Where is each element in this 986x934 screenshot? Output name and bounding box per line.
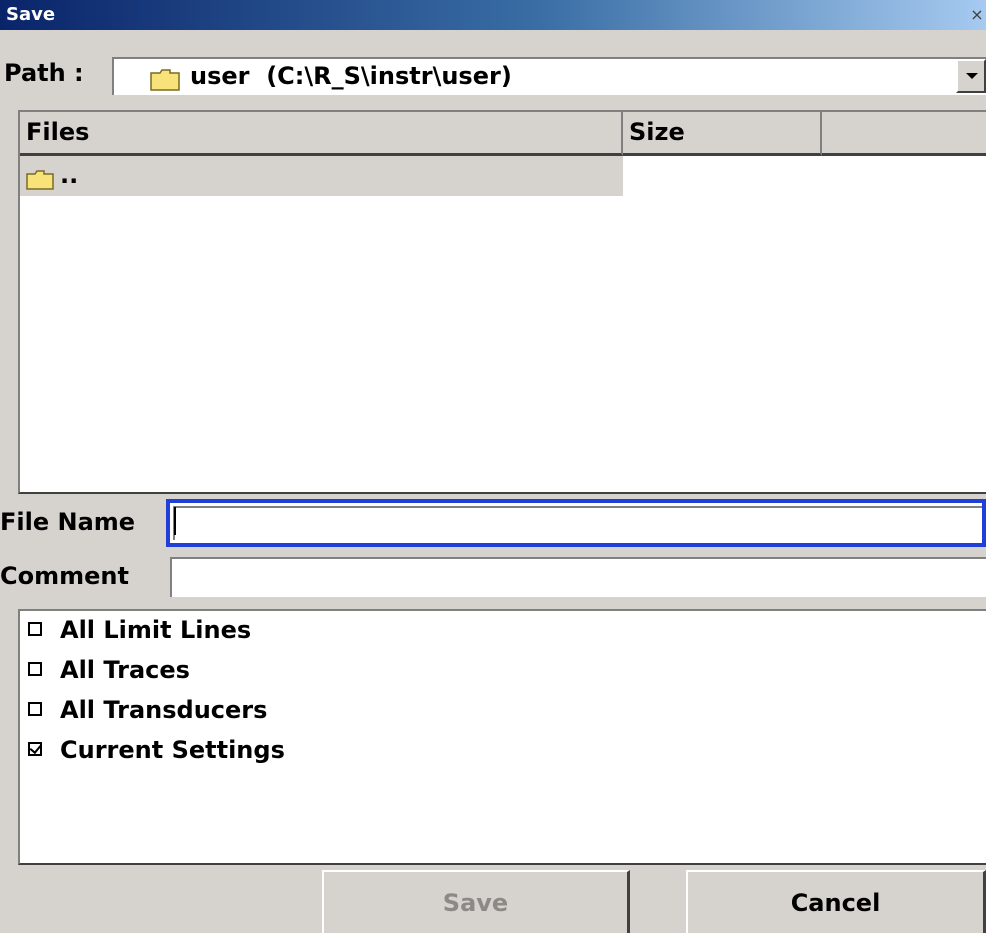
option-label: All Transducers [60,696,268,724]
save-dialog: Save × Path : user (C:\R_S\instr\user) F… [0,0,986,933]
comment-field[interactable] [170,557,986,597]
column-header-empty[interactable] [822,112,986,156]
cancel-button[interactable]: Cancel [686,870,986,933]
folder-icon [26,170,54,194]
text-caret [174,507,176,535]
column-header-size[interactable]: Size [623,112,822,156]
save-button[interactable]: Save [322,870,630,933]
option-label: All Limit Lines [60,616,252,644]
file-list[interactable]: Files Size .. [18,110,986,494]
file-name-field[interactable] [166,499,986,547]
file-row-parent-folder[interactable]: .. [20,156,623,196]
path-dropdown-button[interactable] [956,59,986,93]
checkbox-current-settings[interactable] [28,741,42,756]
chevron-down-icon [966,73,978,79]
close-icon[interactable]: × [968,6,986,24]
title-bar[interactable]: Save × [0,0,986,30]
save-options-list: All Limit Lines All Traces All Transduce… [18,609,986,865]
option-label: Current Settings [60,736,285,764]
option-label: All Traces [60,656,190,684]
path-label: Path : [4,59,84,87]
checkmark-icon [29,741,42,755]
checkbox-all-transducers[interactable] [28,702,42,716]
file-row-name: .. [60,161,79,189]
file-name-input-area[interactable] [173,506,982,540]
dialog-title: Save [6,4,56,25]
checkbox-all-limit-lines[interactable] [28,622,42,636]
folder-icon [150,69,180,95]
path-value: user (C:\R_S\instr\user) [190,62,512,90]
file-name-label: File Name [0,508,136,536]
checkbox-all-traces[interactable] [28,662,42,676]
path-dropdown[interactable]: user (C:\R_S\instr\user) [112,57,986,95]
comment-label: Comment [0,562,129,590]
column-header-files[interactable]: Files [20,112,623,156]
